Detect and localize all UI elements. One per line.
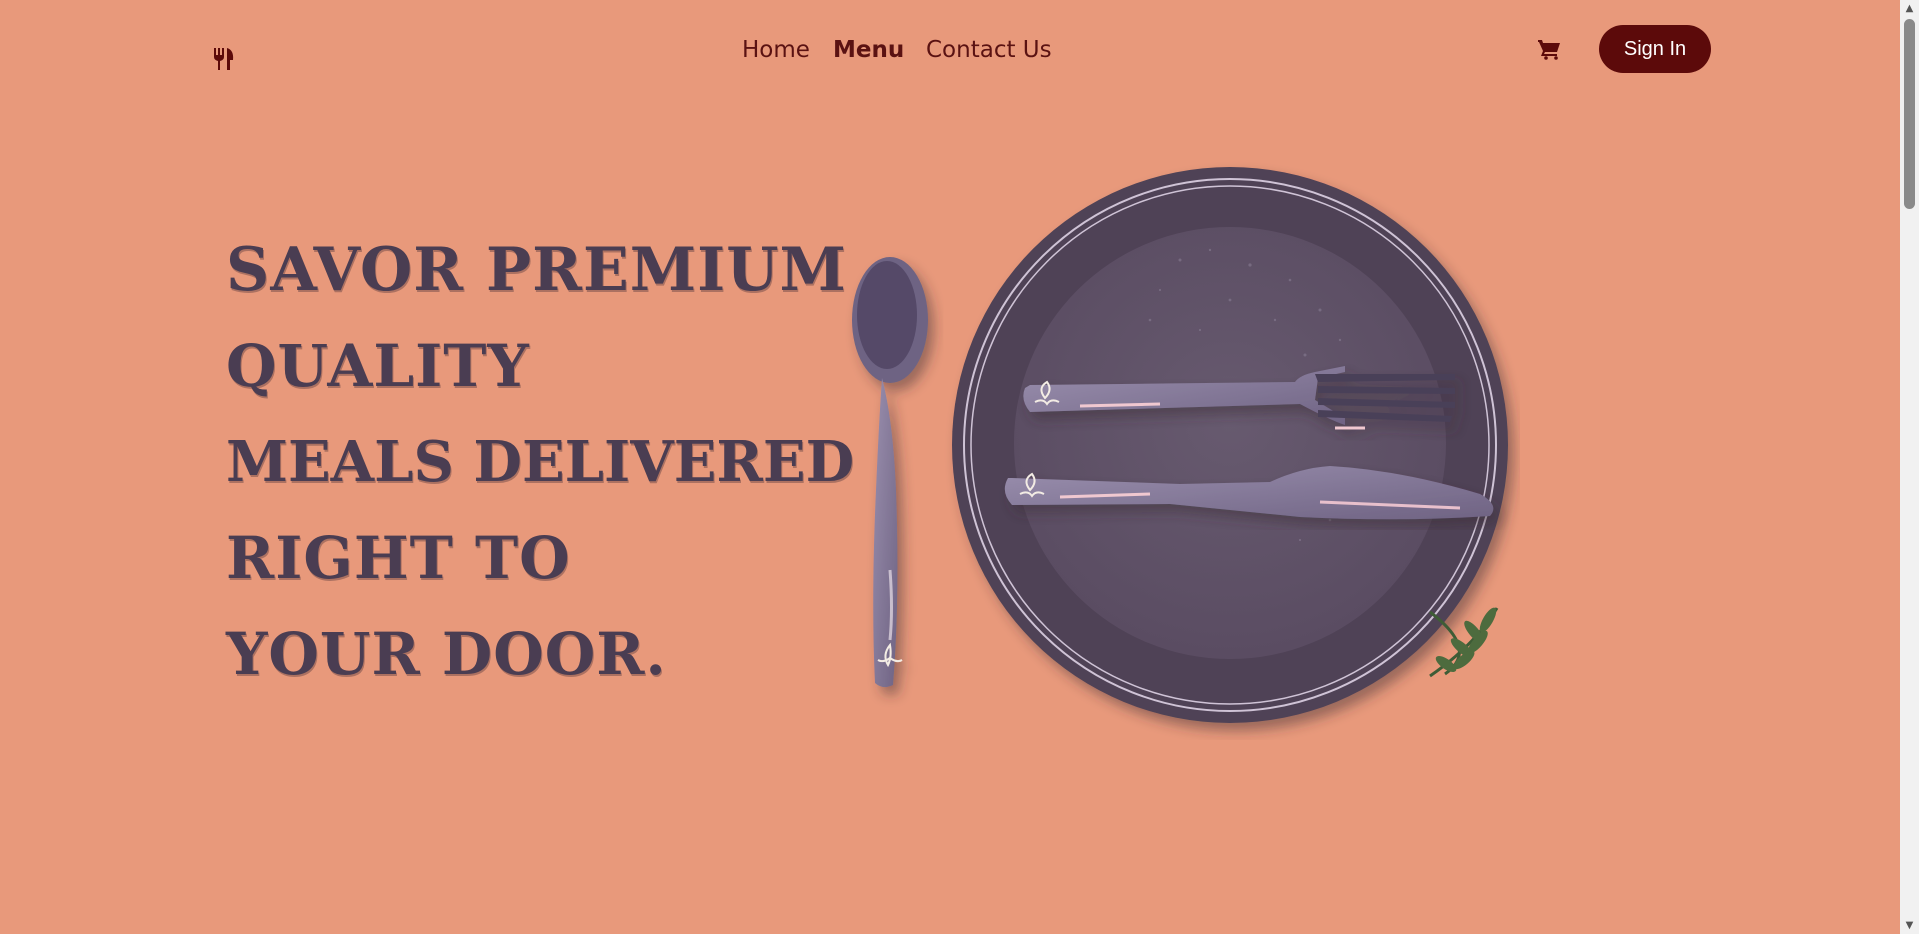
spoon-icon bbox=[852, 257, 928, 688]
plate bbox=[952, 167, 1508, 723]
vertical-scrollbar[interactable]: ▲ ▼ bbox=[1900, 0, 1919, 934]
cart-icon[interactable] bbox=[1537, 38, 1562, 60]
scroll-up-arrow-icon[interactable]: ▲ bbox=[1900, 0, 1919, 17]
landing-page: Home Menu Contact Us Sign In Savor premi… bbox=[0, 0, 1900, 934]
hero-line-2: quality bbox=[226, 332, 530, 400]
hero-headline: Savor premium quality meals delivered ri… bbox=[226, 222, 866, 702]
hero-line-3: meals delivered bbox=[226, 429, 855, 495]
plate-cutlery-illustration bbox=[852, 167, 1508, 723]
nav-contact-link[interactable]: Contact Us bbox=[926, 34, 1052, 66]
hero-line-5: your door. bbox=[226, 620, 667, 688]
scroll-down-arrow-icon[interactable]: ▼ bbox=[1900, 917, 1919, 934]
sign-in-button[interactable]: Sign In bbox=[1599, 25, 1711, 73]
scroll-thumb[interactable] bbox=[1904, 19, 1915, 209]
nav-home-link[interactable]: Home bbox=[742, 34, 810, 66]
hero-line-4: right to bbox=[226, 524, 571, 592]
nav-menu-link[interactable]: Menu bbox=[833, 34, 904, 66]
hero-line-1: Savor premium bbox=[226, 235, 847, 305]
